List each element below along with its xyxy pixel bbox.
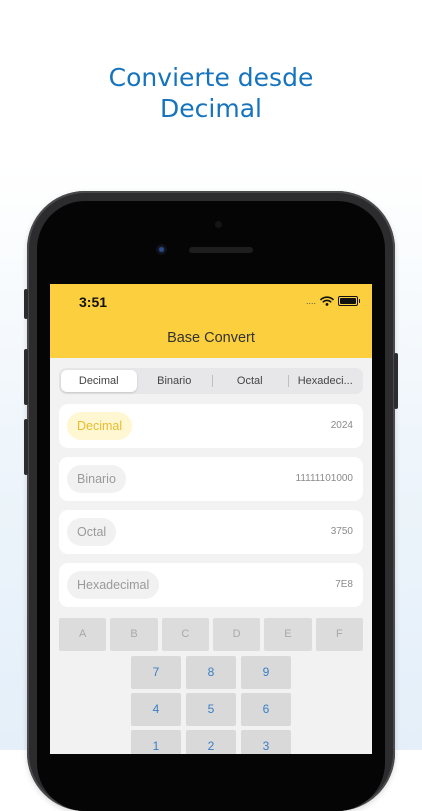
hex-key-row: A B C D E F: [59, 618, 363, 651]
hexadecimal-field[interactable]: Hexadecimal 7E8: [59, 563, 363, 607]
sensor-dot: [215, 221, 222, 228]
key-d[interactable]: D: [212, 618, 261, 651]
key-a[interactable]: A: [59, 618, 107, 651]
earpiece-speaker: [189, 247, 253, 253]
key-b[interactable]: B: [110, 618, 158, 651]
tab-binario[interactable]: Binario: [137, 370, 213, 392]
tab-octal[interactable]: Octal: [212, 370, 288, 392]
base-tabs: Decimal Binario Octal Hexadeci...: [59, 368, 363, 394]
binario-value: 11111101000: [295, 473, 353, 484]
hexadecimal-label: Hexadecimal: [67, 571, 160, 599]
headline-line-2: Decimal: [160, 94, 262, 123]
key-3[interactable]: 3: [241, 730, 291, 754]
key-1[interactable]: 1: [131, 730, 181, 754]
status-time: 3:51: [79, 294, 108, 310]
octal-label: Octal: [67, 518, 117, 546]
key-9[interactable]: 9: [241, 656, 291, 689]
battery-icon: [338, 296, 360, 306]
tab-decimal[interactable]: Decimal: [61, 370, 137, 392]
app-header: 3:51 .... Base Convert: [50, 284, 372, 358]
key-6[interactable]: 6: [241, 693, 291, 726]
volume-up-button: [24, 349, 28, 405]
binario-label: Binario: [67, 465, 126, 493]
key-c[interactable]: C: [161, 618, 209, 651]
volume-down-button: [24, 419, 28, 475]
hexadecimal-value: 7E8: [335, 579, 353, 590]
decimal-field[interactable]: Decimal 2024: [59, 404, 363, 448]
front-camera-icon: [156, 244, 167, 255]
power-button: [394, 353, 398, 409]
key-4[interactable]: 4: [131, 693, 181, 726]
key-5[interactable]: 5: [186, 693, 236, 726]
octal-field[interactable]: Octal 3750: [59, 510, 363, 554]
key-2[interactable]: 2: [186, 730, 236, 754]
promo-headline: Convierte desde Decimal: [0, 62, 422, 124]
signal-icon: ....: [305, 296, 316, 306]
key-f[interactable]: F: [315, 618, 363, 651]
key-8[interactable]: 8: [186, 656, 236, 689]
key-e[interactable]: E: [264, 618, 312, 651]
phone-screen: 3:51 .... Base Convert Decimal Binario O…: [50, 284, 372, 754]
wifi-icon: [320, 296, 334, 306]
mute-switch: [24, 289, 28, 319]
app-title: Base Convert: [167, 330, 255, 346]
status-icons: ....: [305, 296, 360, 306]
headline-line-1: Convierte desde: [108, 63, 314, 92]
key-7[interactable]: 7: [131, 656, 181, 689]
binario-field[interactable]: Binario 11111101000: [59, 457, 363, 501]
decimal-value: 2024: [330, 420, 353, 431]
decimal-label: Decimal: [67, 412, 133, 440]
tab-hexadecimal[interactable]: Hexadeci...: [287, 370, 364, 392]
octal-value: 3750: [330, 526, 353, 537]
